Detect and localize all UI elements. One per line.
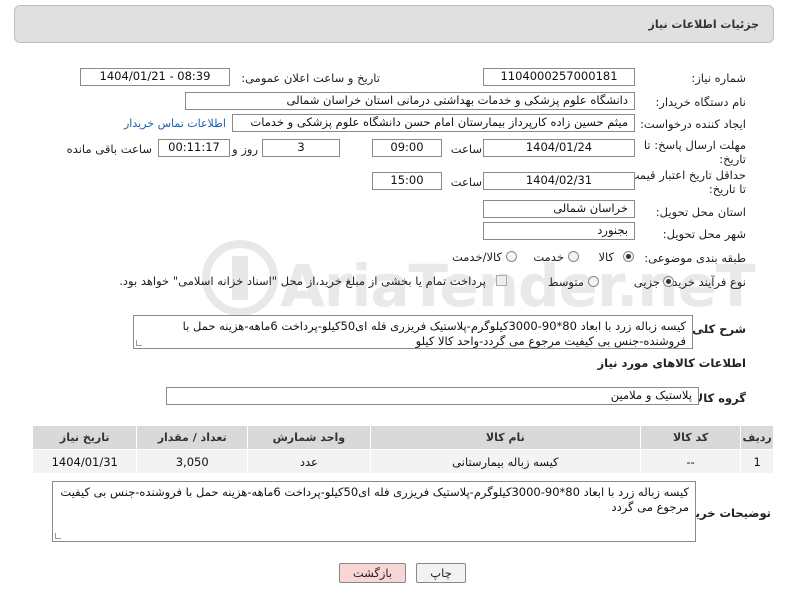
announce-field: 1404/01/21 - 08:39 [80, 68, 230, 86]
header-panel: جزئیات اطلاعات نیاز [14, 5, 774, 43]
cell-row: 1 [740, 449, 774, 474]
category-goods-label: کالا [598, 250, 614, 264]
process-label: نوع فرآیند خرید : [664, 275, 746, 289]
col-code-header: کد کالا [639, 425, 742, 450]
need-number-label: شماره نیاز: [691, 71, 746, 85]
items-table: ردیف کد کالا نام کالا واحد شمارش تعداد /… [31, 425, 774, 474]
goods-info-title: اطلاعات کالاهای مورد نیاز [597, 356, 746, 370]
category-service-radio[interactable] [568, 251, 579, 262]
col-name-header: نام کالا [369, 425, 641, 450]
treasury-checkbox[interactable] [496, 275, 507, 286]
remaining-time-field: 00:11:17 [158, 139, 230, 157]
category-goods-radio[interactable] [623, 251, 634, 262]
creator-label: ایجاد کننده درخواست: [640, 117, 746, 131]
need-number-field: 1104000257000181 [483, 68, 635, 86]
col-unit-header: واحد شمارش [246, 425, 371, 450]
city-field: بجنورد [483, 222, 635, 240]
days-field: 3 [262, 139, 340, 157]
col-qty-header: تعداد / مقدار [136, 425, 248, 450]
col-row-header: ردیف [740, 425, 774, 450]
price-date-field: 1404/02/31 [483, 172, 635, 190]
category-goods-service-radio[interactable] [506, 251, 517, 262]
remaining-label: ساعت باقی مانده [66, 142, 152, 156]
province-field: خراسان شمالی [483, 200, 635, 218]
cell-name: کیسه زباله بیمارستانی [369, 449, 641, 474]
cell-unit: عدد [246, 449, 371, 474]
buyer-notes-textarea: کیسه زباله زرد با ابعاد 80*90-3000کیلوگر… [52, 481, 696, 542]
buyer-notes-text: کیسه زباله زرد با ابعاد 80*90-3000کیلوگر… [60, 485, 689, 514]
description-textarea: کیسه زباله زرد با ابعاد 80*90-3000کیلوگر… [133, 315, 693, 349]
price-time-label: ساعت [450, 175, 482, 189]
table-header-row: ردیف کد کالا نام کالا واحد شمارش تعداد /… [31, 425, 774, 450]
col-date-header: تاریخ نیاز [31, 425, 138, 450]
cell-qty: 3,050 [136, 449, 248, 474]
cell-code: -- [639, 449, 742, 474]
table-row: 1 -- کیسه زباله بیمارستانی عدد 3,050 140… [31, 449, 774, 474]
days-label: روز و [232, 142, 258, 156]
contact-buyer-link[interactable]: اطلاعات تماس خریدار [124, 117, 226, 130]
category-goods-service-label: کالا/خدمت [451, 250, 502, 264]
print-button[interactable]: چاپ [416, 563, 466, 583]
process-minor-radio[interactable] [663, 276, 674, 287]
back-button[interactable]: بازگشت [339, 563, 406, 583]
deadline-time-label: ساعت [450, 142, 482, 156]
announce-label: تاریخ و ساعت اعلان عمومی: [241, 71, 380, 85]
deadline-date-field: 1404/01/24 [483, 139, 635, 157]
cell-date: 1404/01/31 [31, 449, 138, 474]
process-minor-label: جزیی [633, 275, 660, 289]
buyer-org-label: نام دستگاه خریدار: [655, 95, 746, 109]
process-medium-radio[interactable] [588, 276, 599, 287]
buyer-org-field: دانشگاه علوم پزشکی و خدمات بهداشتی درمان… [185, 92, 635, 110]
city-label: شهر محل تحویل: [662, 227, 746, 241]
process-medium-label: متوسط [547, 275, 584, 289]
deadline-label: مهلت ارسال پاسخ: تا [643, 138, 746, 152]
price-time-field: 15:00 [372, 172, 442, 190]
description-text: کیسه زباله زرد با ابعاد 80*90-3000کیلوگر… [182, 319, 686, 348]
resize-grip-icon[interactable] [55, 533, 61, 539]
treasury-note: پرداخت تمام یا بخشی از مبلغ خرید،از محل … [119, 274, 486, 288]
goods-group-field: پلاستیک و ملامین [166, 387, 699, 405]
price-validity-label-date: تا تاریخ: [708, 182, 746, 196]
category-label: طبقه بندی موضوعی: [644, 251, 746, 265]
page-title: جزئیات اطلاعات نیاز [648, 18, 760, 31]
deadline-label-date: تاریخ: [719, 152, 746, 166]
deadline-time-field: 09:00 [372, 139, 442, 157]
category-service-label: خدمت [533, 250, 564, 264]
resize-grip-icon[interactable] [136, 340, 142, 346]
price-validity-label: حداقل تاریخ اعتبار قیمت: [624, 168, 746, 182]
creator-field: میثم حسین زاده کارپرداز بیمارستان امام ح… [232, 114, 635, 132]
province-label: استان محل تحویل: [655, 205, 746, 219]
